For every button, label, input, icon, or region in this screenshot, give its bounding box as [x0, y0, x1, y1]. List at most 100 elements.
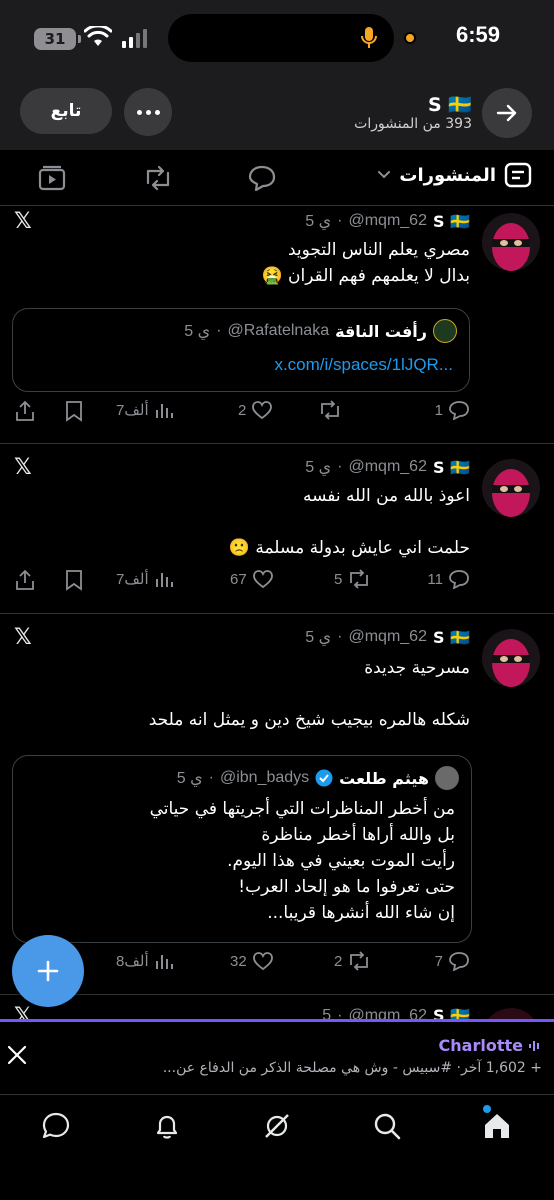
post[interactable]: S 🇸🇪 @mqm_62 · 5 ي 𝕏 مصري يعلم الناس الت… — [0, 207, 554, 444]
like-count: 67 — [230, 570, 247, 588]
repost-count: 2 — [334, 952, 343, 970]
reply-count: 11 — [427, 570, 443, 588]
plus-icon — [37, 960, 59, 982]
reply-button[interactable]: 11 — [427, 569, 470, 589]
search-icon[interactable] — [372, 1111, 402, 1141]
avatar[interactable] — [482, 459, 540, 517]
views-chart-icon — [155, 404, 173, 418]
quoted-author-handle: @ibn_badys — [219, 769, 310, 786]
messages-icon[interactable] — [41, 1111, 71, 1141]
avatar[interactable] — [482, 629, 540, 687]
views-button[interactable]: 7ألف — [116, 569, 174, 589]
back-button[interactable] — [482, 88, 532, 138]
post-text: مسرحية جديدة شكله هالمره بيجيب شيخ دين و… — [149, 655, 470, 733]
bookmark-icon[interactable] — [64, 400, 84, 422]
author-handle[interactable]: @mqm_62 — [348, 212, 427, 230]
status-bar: 31 6:59 — [0, 0, 554, 76]
view-count: 7ألف — [116, 402, 149, 419]
author-handle[interactable]: @mqm_62 — [348, 458, 427, 476]
post-header: S 🇸🇪 @mqm_62 · 5 ي — [305, 457, 470, 477]
reply-button[interactable]: 7 — [435, 951, 470, 971]
quoted-text-line: بل والله أراها أخطر مناظرة — [261, 825, 455, 845]
post-text-line: حلمت اني عايش بدولة مسلمة 🙁 — [228, 538, 470, 558]
microphone-icon — [361, 27, 377, 48]
post[interactable]: S 🇸🇪 @mqm_62 · 5 ي 𝕏 مسرحية جديدة شكله ه… — [0, 615, 554, 995]
quoted-post-header: رأفت الناقة @Rafatelnaka · 5 ي — [184, 319, 457, 343]
reply-button[interactable]: 1 — [435, 400, 470, 420]
recording-indicator — [404, 32, 416, 44]
quoted-post[interactable]: رأفت الناقة @Rafatelnaka · 5 ي x.com/i/s… — [12, 308, 470, 392]
like-button[interactable]: 67 — [230, 569, 274, 589]
cellular-signal-icon — [122, 28, 147, 48]
video-tab-icon[interactable] — [38, 165, 66, 191]
bottom-navigation — [0, 1094, 554, 1200]
grok-icon[interactable] — [262, 1111, 292, 1141]
x-logo-icon: 𝕏 — [14, 209, 32, 234]
author-name[interactable]: S 🇸🇪 — [433, 628, 470, 647]
repost-tab-icon[interactable] — [143, 165, 173, 191]
post-header: S 🇸🇪 @mqm_62 · 5 ي — [305, 627, 470, 647]
views-button[interactable]: 7ألف — [116, 400, 174, 420]
avatar[interactable] — [482, 213, 540, 271]
profile-name: S 🇸🇪 — [428, 94, 472, 116]
heart-icon — [252, 952, 273, 971]
reply-icon — [449, 952, 469, 971]
post-actions: 11 5 67 7ألف — [0, 569, 554, 599]
like-button[interactable]: 2 — [238, 400, 273, 420]
post-time: 5 ي — [305, 459, 332, 476]
spaces-link[interactable]: x.com/i/spaces/1lJQR... — [274, 355, 453, 375]
tab-posts[interactable]: المنشورات — [377, 162, 532, 188]
like-button[interactable]: 32 — [230, 951, 274, 971]
post-text-line: اعوذ بالله من الله نفسه — [303, 486, 470, 506]
quoted-author-name: هيثم طلعت — [339, 768, 429, 788]
repost-icon — [321, 400, 339, 420]
author-name[interactable]: S 🇸🇪 — [433, 1006, 470, 1019]
repost-icon — [350, 951, 369, 971]
post[interactable]: S 🇸🇪 @mqm_62 · 5 ي 𝕏 اعوذ بالله من الله … — [0, 445, 554, 614]
close-icon[interactable] — [6, 1044, 28, 1066]
author-name[interactable]: S 🇸🇪 — [433, 458, 470, 477]
reply-icon — [449, 570, 469, 589]
quoted-post-header: هيثم طلعت @ibn_badys · 5 ي — [177, 766, 459, 790]
more-dots-icon — [136, 109, 142, 115]
bookmark-icon[interactable] — [64, 569, 84, 591]
clock: 6:59 — [456, 22, 501, 47]
repost-icon — [350, 569, 369, 589]
share-icon[interactable] — [14, 569, 36, 591]
like-count: 32 — [230, 952, 247, 970]
author-handle[interactable]: @mqm_62 — [348, 1007, 427, 1020]
views-button[interactable]: 8ألف — [116, 951, 174, 971]
repost-button[interactable]: 2 — [334, 951, 371, 971]
home-icon[interactable] — [482, 1111, 512, 1141]
post-text-line: شكله هالمره بيجيب شيخ دين و يمثل انه ملح… — [148, 710, 470, 730]
follow-button[interactable]: تابع — [20, 88, 112, 134]
post-header: S 🇸🇪 @mqm_62 · 5 — [322, 1006, 470, 1019]
views-chart-icon — [155, 573, 173, 587]
quoted-avatar — [435, 766, 459, 790]
quoted-text-line: إن شاء الله أنشرها قريبا... — [267, 903, 455, 923]
like-count: 2 — [238, 401, 247, 419]
more-options-button[interactable] — [124, 88, 172, 136]
post-text: اعوذ بالله من الله نفسه حلمت اني عايش بد… — [229, 483, 470, 561]
quoted-post[interactable]: هيثم طلعت @ibn_badys · 5 ي من أخطر المنا… — [12, 755, 472, 943]
share-icon[interactable] — [14, 400, 36, 422]
quoted-post-text: من أخطر المناظرات التي أجريتها في حياتي … — [150, 796, 455, 926]
reply-count: 1 — [434, 401, 443, 419]
repost-button[interactable] — [318, 400, 342, 420]
repost-button[interactable]: 5 — [334, 569, 371, 589]
quoted-text-line: حتى تعرفوا ما هو إلحاد العرب! — [238, 877, 455, 897]
avatar[interactable] — [482, 1008, 540, 1019]
replies-tab-icon[interactable] — [248, 165, 276, 191]
masked-face-avatar-image — [482, 629, 540, 687]
post-time: 5 ي — [305, 629, 332, 646]
notifications-bell-icon[interactable] — [152, 1111, 182, 1141]
spaces-dock[interactable]: Charlotte + 1,602 آخر· #سبيس - وش هي مصل… — [0, 1022, 554, 1094]
profile-tabs: المنشورات — [0, 150, 554, 206]
compose-post-button[interactable] — [12, 935, 84, 1007]
posts-tab-icon — [504, 162, 532, 188]
post[interactable]: S 🇸🇪 @mqm_62 · 5 𝕏 — [0, 996, 554, 1019]
author-handle[interactable]: @mqm_62 — [348, 628, 427, 646]
spaces-host: Charlotte — [439, 1036, 542, 1055]
masked-face-avatar-image — [482, 459, 540, 517]
author-name[interactable]: S 🇸🇪 — [433, 212, 470, 231]
